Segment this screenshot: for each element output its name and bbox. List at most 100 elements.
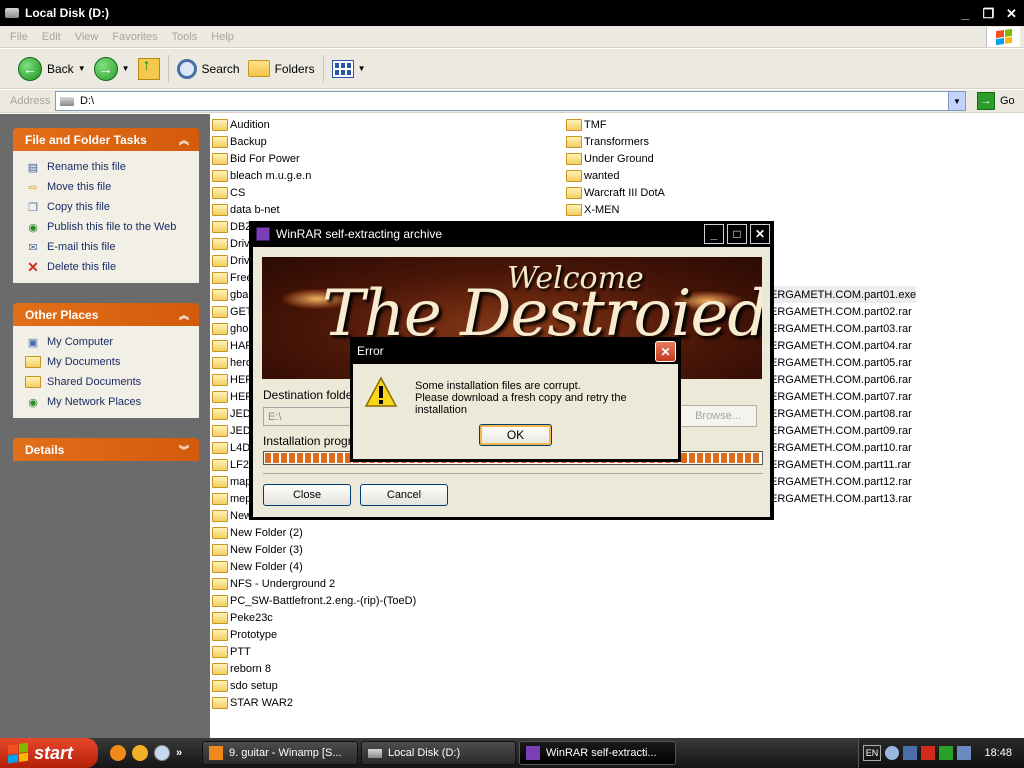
- task-delete[interactable]: ✕ Delete this file: [13, 257, 199, 277]
- folder-item[interactable]: NFS - Underground 2: [212, 575, 335, 592]
- back-button[interactable]: ← Back ▼: [14, 52, 90, 86]
- task-copy[interactable]: ❐ Copy this file: [13, 197, 199, 217]
- place-shared-documents[interactable]: Shared Documents: [13, 372, 199, 392]
- browse-button[interactable]: Browse...: [679, 405, 757, 427]
- folder-item[interactable]: CS: [212, 184, 245, 201]
- address-dropdown-icon[interactable]: ▼: [948, 92, 965, 110]
- folder-item[interactable]: ghos: [212, 320, 254, 337]
- menu-edit[interactable]: Edit: [42, 31, 61, 43]
- menu-tools[interactable]: Tools: [172, 31, 198, 43]
- winamp-icon[interactable]: [110, 745, 126, 761]
- winrar-maximize-button[interactable]: □: [727, 224, 747, 244]
- collapse-chevron-icon[interactable]: ︽: [177, 132, 191, 147]
- winrar-minimize-button[interactable]: _: [704, 224, 724, 244]
- folder-item[interactable]: HER: [212, 388, 253, 405]
- error-titlebar[interactable]: Error ✕: [350, 337, 681, 364]
- search-button[interactable]: Search: [173, 52, 244, 86]
- expand-chevron-icon[interactable]: ︾: [177, 442, 191, 457]
- folder-item[interactable]: New: [212, 507, 252, 524]
- folder-item[interactable]: hero: [212, 354, 252, 371]
- language-indicator[interactable]: EN: [863, 745, 881, 761]
- collapse-chevron-icon[interactable]: ︽: [177, 307, 191, 322]
- media-player-icon[interactable]: [154, 745, 170, 761]
- task-email[interactable]: ✉ E-mail this file: [13, 237, 199, 257]
- folder-item[interactable]: TMF: [566, 116, 607, 133]
- folder-item[interactable]: New Folder (4): [212, 558, 303, 575]
- archive-file-item[interactable]: ERGAMETH.COM.part04.rar: [770, 337, 912, 354]
- forward-dropdown-icon[interactable]: ▼: [122, 64, 130, 73]
- archive-file-item[interactable]: ERGAMETH.COM.part07.rar: [770, 388, 912, 405]
- menu-view[interactable]: View: [75, 31, 99, 43]
- archive-file-item[interactable]: ERGAMETH.COM.part12.rar: [770, 473, 912, 490]
- menu-favorites[interactable]: Favorites: [112, 31, 157, 43]
- folder-item[interactable]: Bid For Power: [212, 150, 300, 167]
- folder-item[interactable]: HAR: [212, 337, 253, 354]
- folder-item[interactable]: LF2: [212, 456, 249, 473]
- folder-item[interactable]: New Folder (3): [212, 541, 303, 558]
- address-input[interactable]: D:\ ▼: [55, 91, 966, 111]
- forward-button[interactable]: → ▼: [90, 52, 134, 86]
- place-network[interactable]: ◉ My Network Places: [13, 392, 199, 412]
- network-icon[interactable]: [957, 746, 971, 760]
- folder-item[interactable]: PC_SW-Battlefront.2.eng.-(rip)-(ToeD): [212, 592, 416, 609]
- menu-help[interactable]: Help: [211, 31, 234, 43]
- folder-item[interactable]: DBZ: [212, 218, 252, 235]
- folder-item[interactable]: reborn 8: [212, 660, 271, 677]
- folder-item[interactable]: HER: [212, 371, 253, 388]
- quick-launch-more-icon[interactable]: »: [176, 747, 182, 759]
- place-my-computer[interactable]: ▣ My Computer: [13, 332, 199, 352]
- back-dropdown-icon[interactable]: ▼: [78, 64, 86, 73]
- up-button[interactable]: [134, 52, 164, 86]
- task-move[interactable]: ⇨ Move this file: [13, 177, 199, 197]
- folder-item[interactable]: gba: [212, 286, 248, 303]
- error-close-button[interactable]: ✕: [655, 341, 676, 362]
- folder-item[interactable]: Free: [212, 269, 253, 286]
- folder-item[interactable]: map: [212, 473, 251, 490]
- restore-button[interactable]: ❐: [978, 3, 999, 24]
- folder-item[interactable]: sdo setup: [212, 677, 278, 694]
- folder-item[interactable]: X-MEN: [566, 201, 619, 218]
- taskbar-item-winamp[interactable]: 9. guitar - Winamp [S...: [202, 741, 358, 765]
- folder-item[interactable]: GET: [212, 303, 253, 320]
- archive-file-item[interactable]: ERGAMETH.COM.part11.rar: [770, 456, 911, 473]
- folder-item[interactable]: Audition: [212, 116, 270, 133]
- archive-file-item[interactable]: ERGAMETH.COM.part13.rar: [770, 490, 912, 507]
- minimize-button[interactable]: _: [955, 3, 976, 24]
- views-dropdown-icon[interactable]: ▼: [358, 64, 366, 73]
- explorer-titlebar[interactable]: Local Disk (D:) _ ❐ ✕: [0, 0, 1024, 26]
- folder-item[interactable]: Backup: [212, 133, 267, 150]
- flag-icon[interactable]: [939, 746, 953, 760]
- task-publish[interactable]: ◉ Publish this file to the Web: [13, 217, 199, 237]
- archive-file-item[interactable]: ERGAMETH.COM.part03.rar: [770, 320, 912, 337]
- archive-file-item[interactable]: ERGAMETH.COM.part08.rar: [770, 405, 912, 422]
- archive-file-item[interactable]: ERGAMETH.COM.part05.rar: [770, 354, 912, 371]
- archive-file-item[interactable]: ERGAMETH.COM.part01.exe: [770, 286, 917, 303]
- folder-item[interactable]: STAR WAR2: [212, 694, 293, 711]
- winrar-close-button[interactable]: ✕: [750, 224, 770, 244]
- folder-item[interactable]: Under Ground: [566, 150, 654, 167]
- folder-item[interactable]: wanted: [566, 167, 619, 184]
- cancel-button[interactable]: Cancel: [360, 484, 448, 506]
- menu-file[interactable]: File: [10, 31, 28, 43]
- archive-file-item[interactable]: ERGAMETH.COM.part06.rar: [770, 371, 912, 388]
- task-rename[interactable]: ▤ Rename this file: [13, 157, 199, 177]
- folder-item[interactable]: data b-net: [212, 201, 280, 218]
- folder-item[interactable]: bleach m.u.g.e.n: [212, 167, 311, 184]
- folder-item[interactable]: L4D: [212, 439, 250, 456]
- close-button[interactable]: ✕: [1001, 3, 1022, 24]
- folder-item[interactable]: New Folder (2): [212, 524, 303, 541]
- winrar-titlebar[interactable]: WinRAR self-extracting archive _ □ ✕: [249, 221, 774, 247]
- folder-item[interactable]: PTT: [212, 643, 251, 660]
- views-button[interactable]: ▼: [328, 52, 370, 86]
- tray-app-icon[interactable]: [885, 746, 899, 760]
- details-header[interactable]: Details ︾: [13, 438, 199, 461]
- taskbar-item-local-disk[interactable]: Local Disk (D:): [361, 741, 516, 765]
- folder-item[interactable]: Peke23c: [212, 609, 273, 626]
- ok-button[interactable]: OK: [479, 424, 552, 446]
- folder-item[interactable]: Transformers: [566, 133, 649, 150]
- users-icon[interactable]: [903, 746, 917, 760]
- go-button[interactable]: → Go: [972, 92, 1015, 110]
- messenger-icon[interactable]: [132, 745, 148, 761]
- start-button[interactable]: start: [0, 738, 98, 768]
- taskbar-item-winrar[interactable]: WinRAR self-extracti...: [519, 741, 676, 765]
